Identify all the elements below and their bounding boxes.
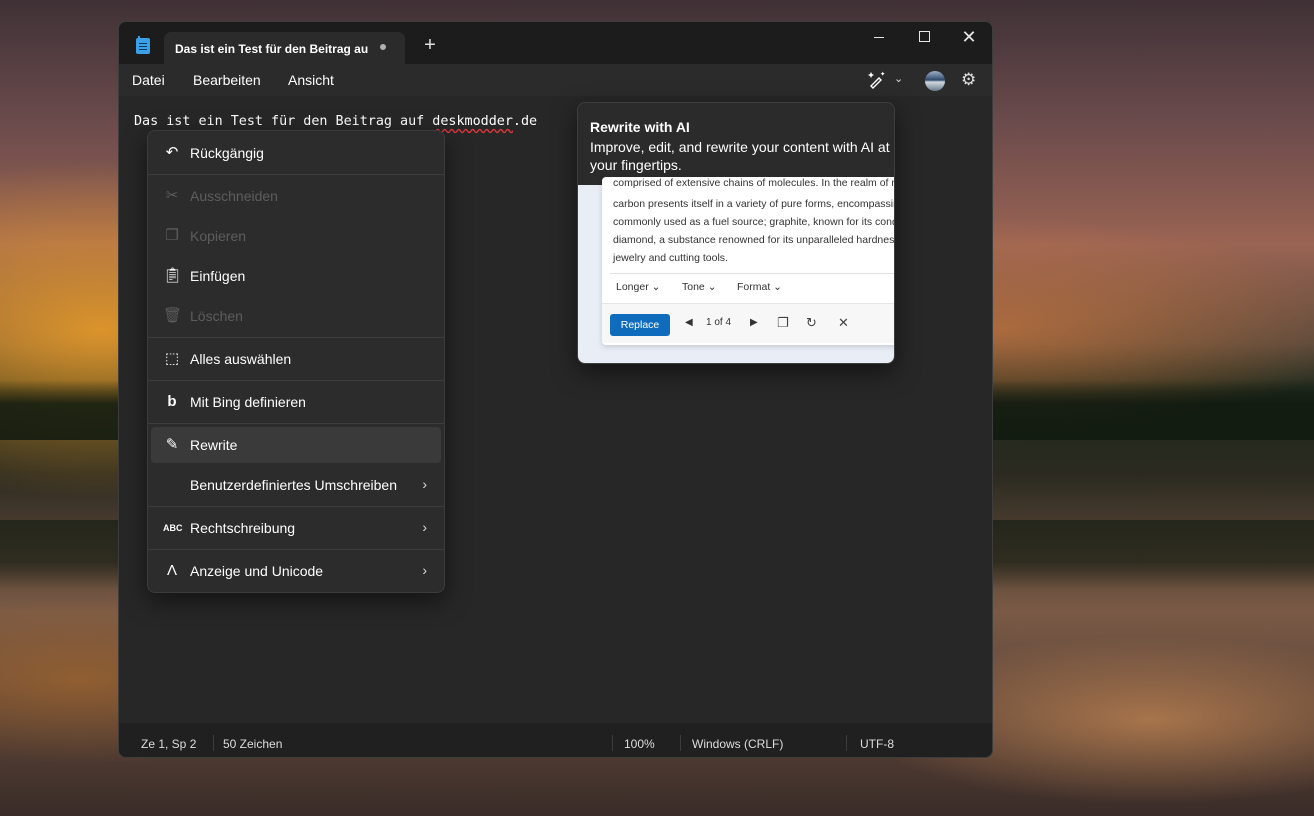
tip-description: Improve, edit, and rewrite your content … [590,139,890,173]
menu-divider [148,549,444,550]
close-window-button[interactable]: ✕ [957,28,981,46]
option-label: Longer [616,281,649,293]
menu-item-spelling[interactable]: ABC Rechtschreibung › [151,510,441,546]
title-bar: Das ist ein Test für den Beitrag au + ✕ [119,22,992,64]
preview-action-bar: Replace ◀ 1 of 4 ▶ ❐ ↻ ✕ [602,303,894,343]
notepad-app-icon [136,36,150,54]
text-before: Das ist ein Test für den Beitrag auf [134,114,433,129]
preview-line: jewelry and cutting tools. [613,252,728,264]
preview-line: carbon presents itself in a variety of p… [613,198,895,210]
preview-option-tone: Tone ⌄ [682,281,717,293]
menu-item-bing[interactable]: b Mit Bing definieren [151,384,441,420]
status-divider [680,735,681,751]
menu-item-label: Kopieren [190,228,247,244]
menu-item-label: Anzeige und Unicode [190,563,324,579]
menu-divider [148,174,444,175]
menu-item-custom-rewrite[interactable]: Benutzerdefiniertes Umschreiben › [151,467,441,503]
copy-icon: ❐ [165,227,179,244]
spelling-icon: ABC [163,523,183,533]
preview-option-format: Format ⌄ [737,281,782,293]
chevron-right-icon: › [422,562,427,578]
unsaved-dot-icon[interactable] [380,44,386,50]
menu-item-label: Löschen [190,308,243,324]
zoom-level: 100% [624,737,655,751]
close-icon: ✕ [838,315,849,330]
menu-item-label: Rechtschreibung [190,520,296,536]
chevron-right-icon: › [422,519,427,535]
select-all-icon: ⬚ [164,350,180,367]
document-tab[interactable]: Das ist ein Test für den Beitrag au [164,32,405,64]
option-label: Tone [682,281,705,293]
option-label: Format [737,281,771,293]
text-after: .de [512,114,538,129]
menu-item-copy: ❐ Kopieren [151,218,441,254]
refresh-icon: ↻ [806,315,817,330]
preview-line: diamond, a substance renowned for its un… [613,234,895,246]
rewrite-pen-icon: ✎ [165,436,179,453]
preview-page-indicator: 1 of 4 [706,317,732,328]
chevron-down-icon[interactable]: ⌄ [894,72,903,85]
menu-item-paste[interactable]: 📋︎ Einfügen [151,258,441,294]
delete-icon: 🗑︎ [163,307,183,324]
new-tab-button[interactable]: + [420,35,440,56]
encoding: UTF-8 [860,737,894,751]
menu-divider [148,337,444,338]
next-arrow-icon: ▶ [750,317,758,328]
unicode-icon: Λ [166,562,178,579]
menu-item-label: Einfügen [190,268,246,284]
chevron-right-icon: › [422,476,427,492]
rewrite-sparkle-pen-icon[interactable] [867,70,887,90]
context-menu: ↶ Rückgängig ✂ Ausschneiden ❐ Kopieren 📋… [147,130,445,593]
preview-line: commonly used as a fuel source; graphite… [613,216,895,228]
status-divider [612,735,613,751]
menu-bearbeiten[interactable]: Bearbeiten [193,72,261,88]
menu-divider [148,423,444,424]
paste-icon: 📋︎ [163,267,183,284]
cursor-position: Ze 1, Sp 2 [141,737,197,751]
menu-divider [148,380,444,381]
menu-item-cut: ✂ Ausschneiden [151,178,441,214]
menu-item-label: Rewrite [190,437,238,453]
menu-item-delete: 🗑︎ Löschen [151,298,441,334]
copy-icon: ❐ [777,315,789,330]
preview-divider [610,273,894,274]
editor-text[interactable]: Das ist ein Test für den Beitrag auf des… [134,114,537,129]
menu-datei[interactable]: Datei [132,72,165,88]
menu-item-label: Rückgängig [190,145,264,161]
tip-title: Rewrite with AI [590,119,690,135]
char-count: 50 Zeichen [223,737,283,751]
preview-text: comprised of extensive chains of molecul… [613,177,895,267]
gear-icon[interactable]: ⚙ [961,70,976,90]
menu-item-label: Ausschneiden [190,188,278,204]
avatar[interactable] [925,71,945,91]
rewrite-preview-image: comprised of extensive chains of molecul… [578,177,894,363]
rewrite-teaching-tip: Rewrite with AI Improve, edit, and rewri… [577,102,895,364]
menu-ansicht[interactable]: Ansicht [288,72,334,88]
line-ending: Windows (CRLF) [692,737,784,751]
preview-card: comprised of extensive chains of molecul… [602,177,895,345]
preview-line: comprised of extensive chains of molecul… [613,177,895,189]
menu-item-select-all[interactable]: ⬚ Alles auswählen [151,341,441,377]
undo-icon: ↶ [165,144,179,161]
misspelled-word: deskmodder [432,114,513,129]
status-divider [213,735,214,751]
tab-title: Das ist ein Test für den Beitrag au [175,42,369,56]
menu-bar: Datei Bearbeiten Ansicht ⌄ ⚙ [119,64,992,96]
status-bar: Ze 1, Sp 2 50 Zeichen 100% Windows (CRLF… [119,723,992,757]
prev-arrow-icon: ◀ [685,317,693,328]
minimize-button[interactable] [867,28,891,46]
menu-item-rewrite[interactable]: ✎ Rewrite [151,427,441,463]
cut-icon: ✂ [165,187,179,204]
preview-option-longer: Longer ⌄ [616,281,661,293]
menu-item-label: Benutzerdefiniertes Umschreiben [190,477,397,493]
menu-item-label: Mit Bing definieren [190,394,306,410]
maximize-button[interactable] [912,28,936,46]
menu-divider [148,506,444,507]
menu-item-undo[interactable]: ↶ Rückgängig [151,135,441,171]
bing-icon: b [167,393,177,410]
menu-item-label: Alles auswählen [190,351,292,367]
preview-replace-button: Replace [610,314,670,336]
menu-item-unicode[interactable]: Λ Anzeige und Unicode › [151,553,441,589]
status-divider [846,735,847,751]
